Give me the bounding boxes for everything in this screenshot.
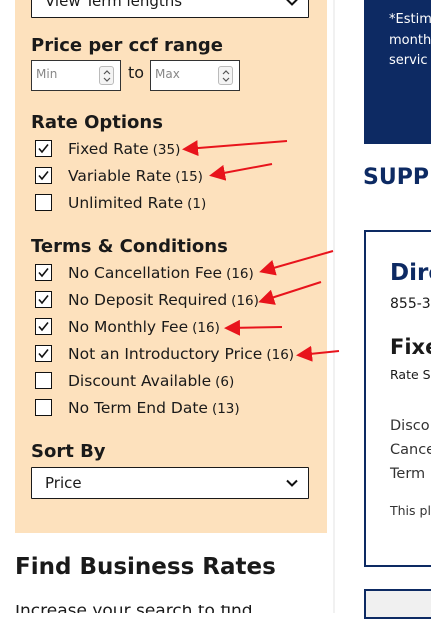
find-business-rates-heading: Find Business Rates [15,554,276,580]
checkbox[interactable] [35,372,52,389]
price-min-input[interactable] [36,67,96,81]
spinner-arrows-icon [222,70,230,82]
suppliers-heading: SUPP [363,165,429,190]
price-max-input[interactable] [155,67,215,81]
option-label: No Deposit Required (16) [68,291,259,309]
find-business-intro: Increase your search to find [15,605,327,613]
rate-title: Fixe [390,335,431,359]
sort-select-value: Price [45,474,82,492]
option-label: No Term End Date (13) [68,399,240,417]
price-max-field[interactable] [150,60,240,91]
checkbox[interactable] [35,140,52,157]
card-note: This pl [390,503,431,518]
rate-subtitle: Rate S [390,367,431,382]
min-spinner[interactable] [99,66,114,85]
filter-sidebar: View Term lengths Price per ccf range to… [15,0,327,533]
option-label: No Cancellation Fee (16) [68,264,254,282]
card-detail-line: Disco [390,418,430,434]
check-icon [38,349,49,359]
spinner-arrows-icon [103,70,111,82]
supplier-card[interactable]: Dire 855-3 Fixe Rate S Disco Cance Term … [364,230,431,567]
estimate-note-box: *Estim month servic [364,0,431,144]
next-supplier-card[interactable] [364,589,431,619]
checkbox[interactable] [35,345,52,362]
checkbox[interactable] [35,264,52,281]
card-detail-line: Cance [390,442,431,458]
chevron-down-icon [286,479,298,487]
checkbox[interactable] [35,318,52,335]
check-icon [38,268,49,278]
sort-select[interactable]: Price [31,467,309,499]
sort-by-heading: Sort By [31,441,106,462]
supplier-phone[interactable]: 855-3 [390,296,431,312]
option-label: Fixed Rate (35) [68,140,181,158]
max-spinner[interactable] [218,66,233,85]
term-length-select-value: View Term lengths [45,0,183,10]
rate-options-heading: Rate Options [31,112,163,133]
checkbox[interactable] [35,291,52,308]
estimate-line: servic [389,53,428,68]
card-detail-line: Term [390,466,426,482]
terms-heading: Terms & Conditions [31,236,228,257]
checkbox[interactable] [35,167,52,184]
price-min-field[interactable] [31,60,121,91]
check-icon [38,295,49,305]
option-label: Not an Introductory Price (16) [68,345,295,363]
price-range-heading: Price per ccf range [31,35,223,56]
supplier-name[interactable]: Dire [390,260,431,286]
option-label: Unlimited Rate (1) [68,194,207,212]
option-label: Discount Available (6) [68,372,235,390]
estimate-line: month [389,33,431,48]
option-label: No Monthly Fee (16) [68,318,220,336]
check-icon [38,322,49,332]
check-icon [38,171,49,181]
chevron-down-icon [286,0,298,6]
check-icon [38,144,49,154]
estimate-line: *Estim [389,12,431,27]
checkbox[interactable] [35,399,52,416]
range-separator: to [128,63,145,82]
checkbox[interactable] [35,194,52,211]
term-length-select[interactable]: View Term lengths [31,0,309,18]
column-divider [333,0,335,613]
option-label: Variable Rate (15) [68,167,203,185]
